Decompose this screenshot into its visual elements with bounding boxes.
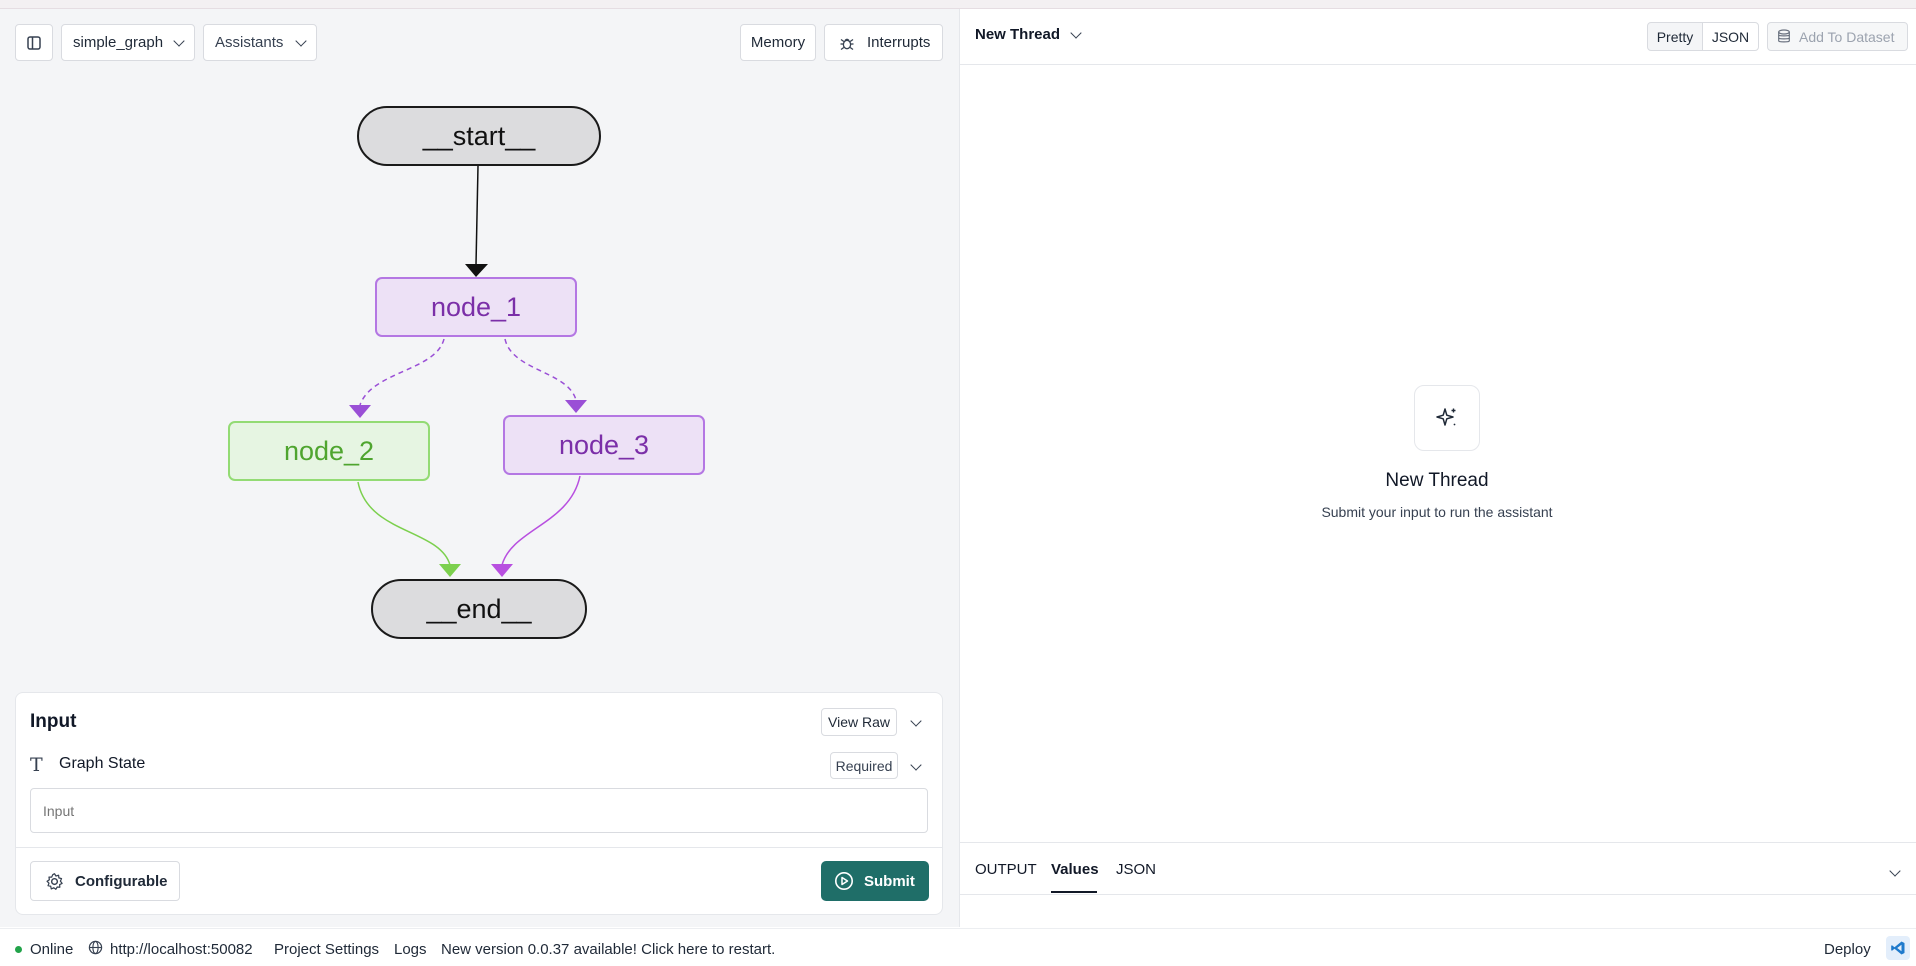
empty-state-title: New Thread [1385,470,1489,491]
json-toggle[interactable]: JSON [1702,22,1759,51]
graph-state-input[interactable] [30,788,928,833]
text-type-icon: T [30,754,43,776]
input-title: Input [30,711,77,732]
chevron-down-icon[interactable] [1889,865,1901,877]
graph-node-start-label: __start__ [422,120,536,151]
view-raw-button[interactable]: View Raw [821,708,897,736]
card-divider [16,847,942,848]
required-badge-label: Required [835,757,893,774]
graph-node-2[interactable]: node_2 [228,421,430,481]
submit-label: Submit [864,872,915,890]
edge-node1-node3-arrow [565,400,587,413]
output-tabs-divider-top [960,842,1916,843]
update-notice-link[interactable]: New version 0.0.37 available! Click here… [441,941,775,958]
edge-start-node1-arrow [465,264,488,277]
required-badge: Required [830,752,898,779]
view-raw-label: View Raw [828,714,890,730]
edge-node2-end-arrow [439,564,461,577]
project-settings-link[interactable]: Project Settings [274,941,379,958]
graph-node-start[interactable]: __start__ [357,106,601,166]
output-tabs-divider-bottom [960,894,1916,895]
add-to-dataset-button[interactable]: Add To Dataset [1767,22,1908,51]
database-icon [1778,29,1790,43]
graph-state-label: Graph State [59,755,146,772]
chevron-down-icon[interactable] [910,759,922,771]
chevron-down-icon [1070,26,1082,39]
graph-node-1-label: node_1 [430,291,522,322]
tab-json[interactable]: JSON [1116,861,1156,878]
chevron-down-icon[interactable] [910,715,922,727]
edge-node2-end [357,481,451,566]
graph-node-end[interactable]: __end__ [371,579,587,639]
edge-start-node1 [475,165,479,266]
edge-node1-node2-arrow [349,405,371,418]
thread-selector-label: New Thread [975,26,1061,43]
edge-node3-end [501,475,581,566]
edge-node3-end-arrow [491,564,513,577]
play-circle-icon [835,872,853,890]
tab-values-underline [1051,891,1097,893]
input-card: Input View Raw T Graph State Required Co… [15,692,943,915]
vscode-icon [1891,941,1905,955]
pretty-toggle[interactable]: Pretty [1647,22,1703,51]
graph-node-2-label: node_2 [283,435,375,466]
graph-node-3-label: node_3 [558,429,650,460]
thread-selector[interactable]: New Thread [975,26,1082,43]
window-top-strip [0,0,1916,9]
sparkle-icon [1436,408,1456,426]
pretty-label: Pretty [1656,28,1694,45]
globe-icon [88,940,103,959]
online-status-dot [15,946,22,953]
logs-link[interactable]: Logs [394,941,427,958]
graph-panel: simple_graph Assistants Memory Interrupt… [0,9,959,927]
thread-header-divider [960,64,1916,65]
deploy-button[interactable]: Deploy [1824,941,1871,958]
online-status-label: Online [30,941,74,958]
configurable-label: Configurable [75,872,168,890]
empty-state-icon-box [1414,385,1480,451]
edge-node1-node2 [359,338,445,406]
tab-values[interactable]: Values [1051,861,1099,878]
thread-panel: New Thread Pretty JSON Add To Dataset Ne… [960,9,1916,927]
empty-state-subtitle: Submit your input to run the assistant [1321,504,1553,520]
configurable-button[interactable]: Configurable [30,861,180,901]
graph-node-1[interactable]: node_1 [375,277,577,337]
edge-node1-node3 [504,338,577,401]
status-bar: Online http://localhost:50082 Project Se… [0,928,1916,966]
vscode-button[interactable] [1886,936,1910,960]
json-toggle-label: JSON [1711,28,1750,45]
submit-button[interactable]: Submit [821,861,929,901]
graph-node-3[interactable]: node_3 [503,415,705,475]
add-to-dataset-label: Add To Dataset [1799,28,1895,45]
gear-icon [46,872,63,890]
server-url[interactable]: http://localhost:50082 [110,941,253,958]
tab-output[interactable]: OUTPUT [975,861,1037,878]
graph-node-end-label: __end__ [426,593,532,624]
